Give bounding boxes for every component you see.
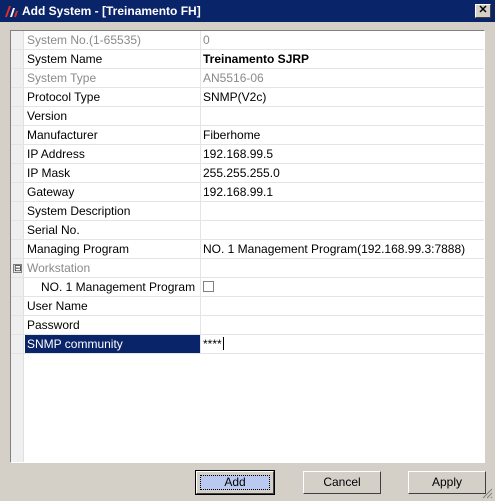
property-row[interactable]: System Type AN5516-06 [11, 69, 484, 88]
property-name: System Type [25, 69, 201, 87]
property-row[interactable]: System Name Treinamento SJRP [11, 50, 484, 69]
property-row[interactable]: Managing Program NO. 1 Management Program… [11, 240, 484, 259]
property-name: User Name [25, 297, 201, 315]
property-value: AN5516-06 [201, 69, 484, 87]
property-value [201, 259, 484, 277]
property-name: System No.(1-65535) [25, 31, 201, 49]
property-name: System Name [25, 50, 201, 68]
property-value-text: Treinamento SJRP [203, 52, 310, 66]
add-button-label: Add [224, 475, 246, 489]
property-name: Workstation [25, 259, 201, 277]
property-row[interactable]: Version [11, 107, 484, 126]
property-row[interactable]: Serial No. [11, 221, 484, 240]
cancel-button[interactable]: Cancel [303, 471, 381, 494]
property-value[interactable] [201, 316, 484, 334]
property-value-text: AN5516-06 [203, 71, 264, 85]
property-row[interactable]: System No.(1-65535) 0 [11, 31, 484, 50]
apply-button-label: Apply [431, 475, 463, 489]
property-row[interactable]: Password [11, 316, 484, 335]
property-value[interactable] [201, 221, 484, 239]
property-name: IP Mask [25, 164, 201, 182]
property-row[interactable]: IP Mask 255.255.255.0 [11, 164, 484, 183]
property-value-text: 255.255.255.0 [203, 166, 280, 180]
property-value[interactable]: NO. 1 Management Program(192.168.99.3:78… [201, 240, 484, 258]
property-value-text: 192.168.99.1 [203, 185, 274, 199]
property-value-text: **** [203, 337, 222, 351]
property-name: Version [25, 107, 201, 125]
text-caret [222, 337, 224, 350]
property-value[interactable]: 192.168.99.1 [201, 183, 484, 201]
window-title: Add System - [Treinamento FH] [22, 4, 201, 18]
property-row[interactable]: System Description [11, 202, 484, 221]
property-row[interactable]: ⊟ Workstation [11, 259, 484, 278]
property-name: System Description [25, 202, 201, 220]
add-button[interactable]: Add [195, 470, 275, 495]
property-row[interactable]: Gateway 192.168.99.1 [11, 183, 484, 202]
apply-button[interactable]: Apply [408, 471, 486, 494]
property-name: Manufacturer [25, 126, 201, 144]
property-name: IP Address [25, 145, 201, 163]
resize-grip-icon[interactable] [482, 488, 493, 499]
property-row[interactable]: Manufacturer Fiberhome [11, 126, 484, 145]
property-name: Gateway [25, 183, 201, 201]
app-logo-icon [5, 6, 18, 17]
collapse-icon[interactable]: ⊟ [13, 264, 22, 273]
property-value[interactable]: Treinamento SJRP [201, 50, 484, 68]
property-row[interactable]: User Name [11, 297, 484, 316]
property-name: NO. 1 Management Program [25, 278, 201, 296]
close-button[interactable]: ✕ [475, 4, 491, 18]
property-value-text: 0 [203, 33, 210, 47]
property-row[interactable]: NO. 1 Management Program [11, 278, 484, 297]
property-row[interactable]: Protocol Type SNMP(V2c) [11, 88, 484, 107]
property-value[interactable]: Fiberhome [201, 126, 484, 144]
property-value[interactable]: 255.255.255.0 [201, 164, 484, 182]
property-value[interactable]: 192.168.99.5 [201, 145, 484, 163]
property-name: Protocol Type [25, 88, 201, 106]
property-value: 0 [201, 31, 484, 49]
property-name: Password [25, 316, 201, 334]
property-value[interactable]: **** [201, 335, 484, 353]
property-value[interactable] [201, 202, 484, 220]
property-name: Serial No. [25, 221, 201, 239]
property-row[interactable]: IP Address 192.168.99.5 [11, 145, 484, 164]
property-name: SNMP community [25, 335, 201, 353]
property-value-text: 192.168.99.5 [203, 147, 274, 161]
workstation-checkbox[interactable] [203, 281, 214, 292]
property-value[interactable] [201, 278, 484, 296]
property-row[interactable]: SNMP community **** [11, 335, 484, 354]
property-value[interactable] [201, 297, 484, 315]
property-value-text: NO. 1 Management Program(192.168.99.3:78… [203, 242, 466, 256]
property-grid[interactable]: System No.(1-65535) 0 System Name Treinamen… [10, 30, 485, 463]
property-name: Managing Program [25, 240, 201, 258]
cancel-button-label: Cancel [323, 475, 361, 489]
property-value-text: SNMP(V2c) [203, 90, 267, 104]
property-value[interactable]: SNMP(V2c) [201, 88, 484, 106]
property-value-text: Fiberhome [203, 128, 261, 142]
close-icon: ✕ [478, 4, 488, 16]
property-value[interactable] [201, 107, 484, 125]
title-bar: Add System - [Treinamento FH] ✕ [0, 0, 495, 22]
